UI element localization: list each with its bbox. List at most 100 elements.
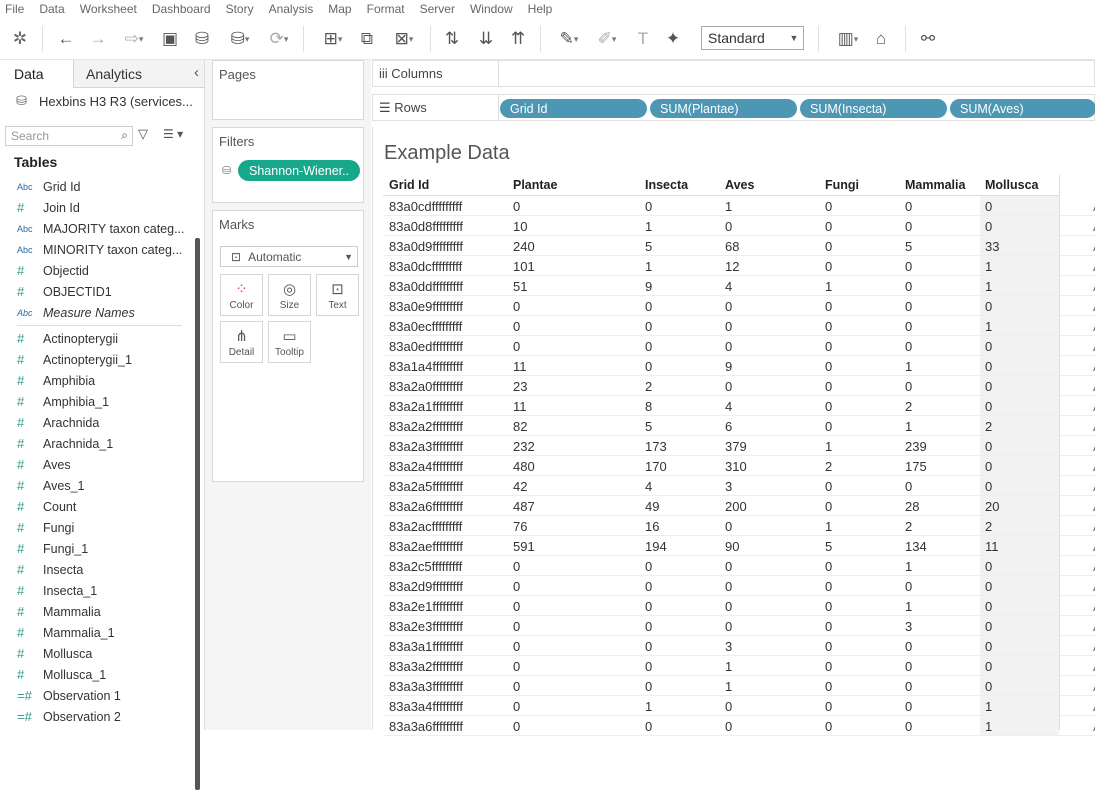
columns-shelf[interactable]: iii Columns <box>372 60 1095 87</box>
field-actinopterygii[interactable]: # Actinopterygii <box>0 328 190 349</box>
field-insecta[interactable]: # Insecta <box>0 559 190 580</box>
rows-pill-sum-plantae[interactable]: SUM(Plantae) <box>650 99 797 118</box>
field-observation-2[interactable]: =# Observation 2 <box>0 706 190 727</box>
text-button[interactable]: ⊡ Text <box>316 274 359 316</box>
share-icon[interactable]: ⚯ <box>917 24 939 54</box>
col-header-aves[interactable]: Aves <box>725 178 754 196</box>
duplicate-sheet-icon[interactable]: ⧉ <box>356 24 378 54</box>
redo-icon[interactable]: → <box>87 24 109 54</box>
view-size-value: Standard <box>708 30 765 46</box>
view-options-icon[interactable]: ☰ ▾ <box>163 127 183 141</box>
new-datasource-icon[interactable]: ⛁ <box>191 24 213 54</box>
menu-item-dashboard[interactable]: Dashboard <box>152 2 211 16</box>
field-insecta-1[interactable]: # Insecta_1 <box>0 580 190 601</box>
search-input[interactable]: Search ⌕ <box>5 126 133 146</box>
menu-item-help[interactable]: Help <box>528 2 553 16</box>
table-cell: 0 <box>725 319 733 334</box>
menu-item-window[interactable]: Window <box>470 2 513 16</box>
field-minority-taxon-categ[interactable]: Abc MINORITY taxon categ... <box>0 239 190 260</box>
table-cell: 0 <box>985 639 993 654</box>
filter-fields-icon[interactable]: ▽ <box>138 126 148 142</box>
menu-item-map[interactable]: Map <box>328 2 351 16</box>
rows-shelf[interactable]: ☰ Rows Grid Id SUM(Plantae) SUM(Insecta)… <box>372 94 1095 121</box>
tableau-logo-icon[interactable]: ✲ <box>9 24 31 54</box>
field-objectid1[interactable]: # OBJECTID1 <box>0 281 190 302</box>
rows-pill-grid-id[interactable]: Grid Id <box>500 99 647 118</box>
col-header-insecta[interactable]: Insecta <box>645 178 688 196</box>
menu-item-file[interactable]: File <box>5 2 24 16</box>
menu-item-story[interactable]: Story <box>226 2 254 16</box>
filters-card[interactable]: Filters ⛁ Shannon-Wiener.. <box>212 127 364 203</box>
rows-pill-sum-aves[interactable]: SUM(Aves) <box>950 99 1095 118</box>
collapse-pane-icon[interactable]: ‹ <box>194 64 199 81</box>
refresh-icon[interactable]: ⟳ ▾ <box>262 24 296 54</box>
menu-item-data[interactable]: Data <box>39 2 64 16</box>
mark-type-select[interactable]: ⊡ Automatic ▼ <box>220 246 358 267</box>
table-cell: 480 <box>513 459 535 474</box>
replay-icon[interactable]: ⇨ ▾ <box>117 24 151 54</box>
field-amphibia[interactable]: # Amphibia <box>0 370 190 391</box>
menu-item-server[interactable]: Server <box>420 2 455 16</box>
table-cell: 170 <box>645 459 667 474</box>
field-fungi-1[interactable]: # Fungi_1 <box>0 538 190 559</box>
rows-pill-sum-insecta[interactable]: SUM(Insecta) <box>800 99 947 118</box>
table-cell: 0 <box>905 219 913 234</box>
field-arachnida[interactable]: # Arachnida <box>0 412 190 433</box>
color-button[interactable]: ⁘ Color <box>220 274 263 316</box>
col-header-mollusca[interactable]: Mollusca <box>985 178 1039 196</box>
swap-rows-columns-icon[interactable]: ⇅ <box>441 24 463 54</box>
field-count[interactable]: # Count <box>0 496 190 517</box>
field-majority-taxon-categ[interactable]: Abc MAJORITY taxon categ... <box>0 218 190 239</box>
field-mollusca-1[interactable]: # Mollusca_1 <box>0 664 190 685</box>
show-cards-icon[interactable]: ▥ ▾ <box>830 24 866 54</box>
col-header-fungi[interactable]: Fungi <box>825 178 859 196</box>
sort-ascending-icon[interactable]: ⇊ <box>475 24 497 54</box>
save-icon[interactable]: ▣ <box>159 24 181 54</box>
group-members-icon[interactable]: ✐ ▾ <box>590 24 624 54</box>
table-cell: 1 <box>645 259 653 274</box>
size-button[interactable]: ◎ Size <box>268 274 311 316</box>
menu-item-analysis[interactable]: Analysis <box>269 2 314 16</box>
field-actinopterygii-1[interactable]: # Actinopterygii_1 <box>0 349 190 370</box>
col-header-plantae[interactable]: Plantae <box>513 178 557 196</box>
col-header-mammalia[interactable]: Mammalia <box>905 178 965 196</box>
tab-analytics[interactable]: Analytics <box>86 60 142 88</box>
clear-sheet-icon[interactable]: ⊠ ▾ <box>386 24 422 54</box>
show-labels-icon[interactable]: T <box>632 24 654 54</box>
field-aves[interactable]: # Aves <box>0 454 190 475</box>
datasource-item[interactable]: ⛁ Hexbins H3 R3 (services... <box>16 92 201 110</box>
highlight-icon[interactable]: ✎ ▾ <box>552 24 586 54</box>
menu-item-format[interactable]: Format <box>367 2 405 16</box>
field-measure-names[interactable]: Abc Measure Names <box>0 302 190 323</box>
field-observation-1[interactable]: =# Observation 1 <box>0 685 190 706</box>
field-join-id[interactable]: # Join Id <box>0 197 190 218</box>
table-cell: 0 <box>825 639 833 654</box>
filter-pill-shannon-wiener[interactable]: Shannon-Wiener.. <box>238 160 360 181</box>
detail-button[interactable]: ⋔ Detail <box>220 321 263 363</box>
sort-descending-icon[interactable]: ⇈ <box>507 24 529 54</box>
field-fungi[interactable]: # Fungi <box>0 517 190 538</box>
field-grid-id[interactable]: Abc Grid Id <box>0 176 190 197</box>
field-mollusca[interactable]: # Mollusca <box>0 643 190 664</box>
table-cell: 0 <box>725 519 733 534</box>
tooltip-button[interactable]: ▭ Tooltip <box>268 321 311 363</box>
field-aves-1[interactable]: # Aves_1 <box>0 475 190 496</box>
new-worksheet-icon[interactable]: ⊞ ▾ <box>314 24 352 54</box>
table-cell: 83a2a1fffffffff <box>389 399 464 414</box>
view-size-select[interactable]: Standard ▼ <box>701 26 804 50</box>
fix-axes-icon[interactable]: ✦ <box>662 24 684 54</box>
pause-updates-icon[interactable]: ⛁ ▾ <box>221 24 259 54</box>
col-header-grid-id[interactable]: Grid Id <box>389 178 429 196</box>
pages-card[interactable]: Pages <box>212 60 364 120</box>
tab-data[interactable]: Data <box>0 60 74 88</box>
table-cell: 0 <box>825 199 833 214</box>
field-objectid[interactable]: # Objectid <box>0 260 190 281</box>
field-arachnida-1[interactable]: # Arachnida_1 <box>0 433 190 454</box>
field-mammalia-1[interactable]: # Mammalia_1 <box>0 622 190 643</box>
presentation-mode-icon[interactable]: ⌂ <box>870 24 892 54</box>
scrollbar[interactable] <box>195 238 200 790</box>
undo-icon[interactable]: ← <box>55 24 77 54</box>
field-amphibia-1[interactable]: # Amphibia_1 <box>0 391 190 412</box>
menu-item-worksheet[interactable]: Worksheet <box>80 2 137 16</box>
field-mammalia[interactable]: # Mammalia <box>0 601 190 622</box>
